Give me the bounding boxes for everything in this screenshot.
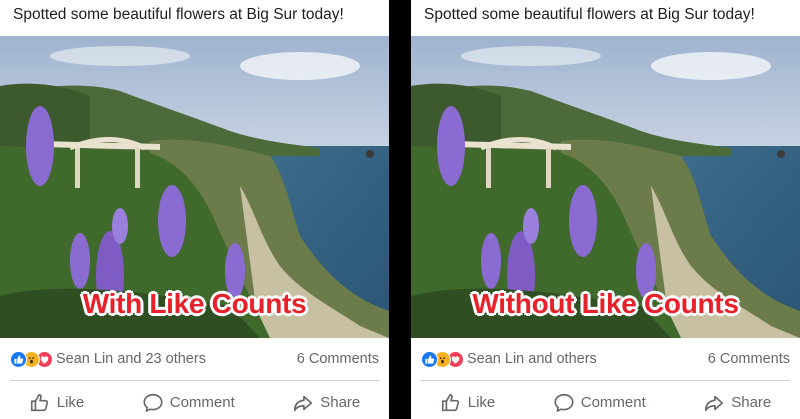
thumbs-up-icon bbox=[30, 393, 48, 411]
like-button[interactable]: Like bbox=[29, 392, 85, 414]
like-label: Like bbox=[467, 394, 496, 411]
reactors-text[interactable]: Sean Lin and others bbox=[467, 351, 708, 367]
like-reaction-icon bbox=[10, 350, 27, 368]
action-bar: Like Comment Share bbox=[411, 386, 800, 419]
comments-count[interactable]: 6 Comments bbox=[297, 351, 379, 367]
comment-label: Comment bbox=[169, 394, 235, 411]
reactions-summary[interactable]: Sean Lin and others 6 Comments bbox=[421, 348, 790, 370]
like-button[interactable]: Like bbox=[440, 392, 496, 414]
reaction-icons[interactable] bbox=[10, 350, 53, 368]
like-label: Like bbox=[56, 394, 85, 411]
reaction-icons[interactable] bbox=[421, 350, 464, 368]
comment-icon bbox=[554, 393, 574, 412]
comments-count[interactable]: 6 Comments bbox=[708, 351, 790, 367]
post-with-like-counts: Spotted some beautiful flowers at Big Su… bbox=[0, 0, 389, 419]
overlay-label: Without Like Counts bbox=[472, 288, 739, 319]
divider bbox=[421, 380, 790, 381]
reactions-summary[interactable]: Sean Lin and 23 others 6 Comments bbox=[10, 348, 379, 370]
overlay-label: With Like Counts bbox=[82, 288, 307, 319]
share-button[interactable]: Share bbox=[292, 392, 360, 414]
comparison-stage: Spotted some beautiful flowers at Big Su… bbox=[0, 0, 800, 419]
comment-button[interactable]: Comment bbox=[142, 392, 235, 414]
like-reaction-icon bbox=[421, 350, 438, 368]
post-text: Spotted some beautiful flowers at Big Su… bbox=[13, 6, 344, 23]
comment-button[interactable]: Comment bbox=[553, 392, 646, 414]
share-icon bbox=[705, 395, 724, 411]
post-text: Spotted some beautiful flowers at Big Su… bbox=[424, 6, 755, 23]
share-button[interactable]: Share bbox=[703, 392, 771, 414]
comment-icon bbox=[143, 393, 163, 412]
reactors-text[interactable]: Sean Lin and 23 others bbox=[56, 351, 297, 367]
action-bar: Like Comment Share bbox=[0, 386, 389, 419]
share-label: Share bbox=[731, 394, 772, 411]
share-label: Share bbox=[320, 394, 361, 411]
comment-label: Comment bbox=[580, 394, 646, 411]
thumbs-up-icon bbox=[441, 393, 459, 411]
share-icon bbox=[294, 395, 313, 411]
post-without-like-counts: Spotted some beautiful flowers at Big Su… bbox=[411, 0, 800, 419]
divider bbox=[10, 380, 379, 381]
